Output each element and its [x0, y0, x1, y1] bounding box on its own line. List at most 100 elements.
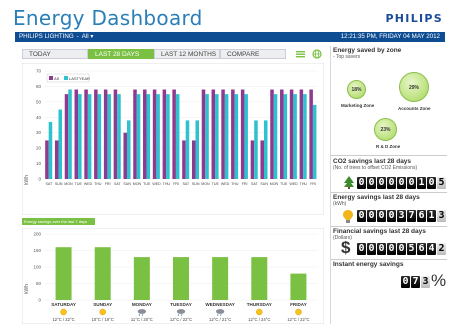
counter-digit: 0 [357, 210, 366, 222]
counter-digit: 0 [387, 177, 396, 189]
tab-label: LAST 28 DAYS [95, 51, 140, 58]
sun-icon [256, 308, 263, 316]
site-filter: PHILIPS LIGHTING - All ▾ [19, 32, 93, 42]
x-tick-label: SUN [55, 182, 63, 186]
menu-lines-icon[interactable] [296, 51, 305, 58]
bar-lastyear [166, 94, 170, 179]
bar-as [260, 140, 264, 179]
bar-savings [212, 257, 229, 300]
tab-compare[interactable]: COMPARE [220, 49, 286, 59]
temperature-label: 11°C / 20°C [131, 317, 153, 322]
bar-lastyear [195, 120, 200, 179]
kwh-daily-chart: 010203040506070kWh SAT SUN MON TUE WED THU FRI S… [22, 63, 324, 215]
bar-as [113, 89, 118, 179]
zone-marketing[interactable]: 18% [347, 80, 366, 99]
bar-as [182, 140, 186, 179]
filter-dropdown[interactable]: All ▾ [82, 33, 94, 40]
bar-lastyear [146, 94, 151, 179]
bar-as [280, 89, 284, 179]
bar-as [84, 89, 88, 179]
counter-digit: 2 [437, 243, 446, 255]
weekly-savings-chart: 050100150200kWhSATURDAY12°C / 22°CSUNDAY… [22, 228, 324, 324]
x-tick-label: THU [300, 182, 308, 186]
y-tick-label: 60 [36, 84, 42, 89]
zone-pct: 18% [351, 87, 362, 93]
x-tick-label: FRI [173, 182, 179, 186]
bar-lastyear [185, 120, 190, 179]
y-tick-label: 40 [36, 115, 42, 120]
bar-as [250, 140, 255, 179]
zone-pct: 29% [408, 85, 419, 91]
counter-digit: 0 [377, 210, 386, 222]
co2-section: CO2 savings last 28 days (No. of trees t… [333, 158, 447, 171]
x-tick-label: WED [221, 182, 230, 186]
bar-savings [251, 257, 268, 300]
x-tick-label: SAT [251, 182, 259, 186]
bar-as [172, 89, 176, 179]
site-name: PHILIPS LIGHTING [19, 33, 74, 40]
bar-as [201, 89, 206, 179]
bar-as [143, 89, 147, 179]
sun-icon [295, 308, 302, 316]
tab-icons [296, 49, 322, 59]
y-tick-label: 200 [33, 232, 41, 237]
bar-lastyear [215, 94, 219, 179]
bar-savings [133, 257, 150, 300]
x-tick-label: FRI [105, 182, 111, 186]
x-tick-label: SUN [192, 182, 200, 186]
legend-label: AS [54, 76, 60, 81]
tab-label: TODAY [29, 51, 51, 58]
y-tick-label: 20 [36, 146, 42, 151]
energy-title: Energy savings last 28 days [333, 194, 420, 201]
bar-as [94, 89, 98, 179]
counter-digit: 0 [387, 210, 396, 222]
sun-icon [99, 308, 106, 316]
counter-digit: 4 [427, 243, 436, 255]
zone-accounts[interactable]: 29% [399, 72, 429, 102]
bar-lastyear [263, 120, 268, 179]
bar-lastyear [303, 94, 307, 179]
counter-digit: 0 [367, 243, 376, 255]
x-tick-label: WED [84, 182, 93, 186]
bar-as [152, 89, 157, 179]
co2-counter: 000000105 [357, 177, 447, 189]
x-tick-label: FRI [242, 182, 248, 186]
cloud-shape [176, 309, 186, 314]
temperature-label: 10°C / 19°C [92, 317, 114, 322]
x-tick-label: SUN [123, 182, 131, 186]
counter-digit: 0 [427, 177, 436, 189]
zones-header: Energy saved by zone - Top savers [333, 47, 447, 60]
tab-today[interactable]: TODAY [22, 49, 88, 59]
bar-as [133, 89, 137, 179]
counter-digit: 0 [397, 177, 406, 189]
instant-counter: 073 [401, 276, 431, 288]
site-separator: - [76, 33, 79, 40]
divider [331, 226, 447, 227]
zone-label: R & D Zone [376, 144, 401, 149]
counter-digit: 0 [377, 177, 386, 189]
counter-digit: 5 [437, 177, 446, 189]
bar-as [299, 89, 304, 179]
bar-lastyear [283, 94, 288, 179]
tab-last-12-months[interactable]: LAST 12 MONTHS [154, 49, 220, 59]
x-tick-label: WED [152, 182, 161, 186]
tab-last-28-days[interactable]: LAST 28 DAYS [88, 49, 154, 59]
counter-digit: 7 [407, 210, 416, 222]
x-tick-label: MONDAY [132, 302, 152, 307]
bar-savings [173, 257, 189, 300]
bar-as [74, 89, 79, 179]
zone-rnd[interactable]: 23% [374, 118, 397, 141]
globe-icon[interactable] [312, 49, 322, 59]
bar-lastyear [293, 94, 297, 179]
bar-lastyear [175, 94, 180, 179]
dashboard: Energy Dashboard PHILIPS PHILIPS LIGHTIN… [0, 0, 457, 324]
brand-logo: PHILIPS [385, 12, 443, 25]
energy-counter: 000037613 [357, 210, 447, 222]
bar-as [289, 89, 294, 179]
x-tick-label: WED [289, 182, 298, 186]
x-tick-label: SATURDAY [51, 302, 76, 307]
bar-lastyear [68, 89, 72, 179]
counter-digit: 0 [397, 243, 406, 255]
y-axis-label: kWh [24, 284, 30, 294]
chart-title: Energy savings over the last 7 days [22, 218, 95, 225]
